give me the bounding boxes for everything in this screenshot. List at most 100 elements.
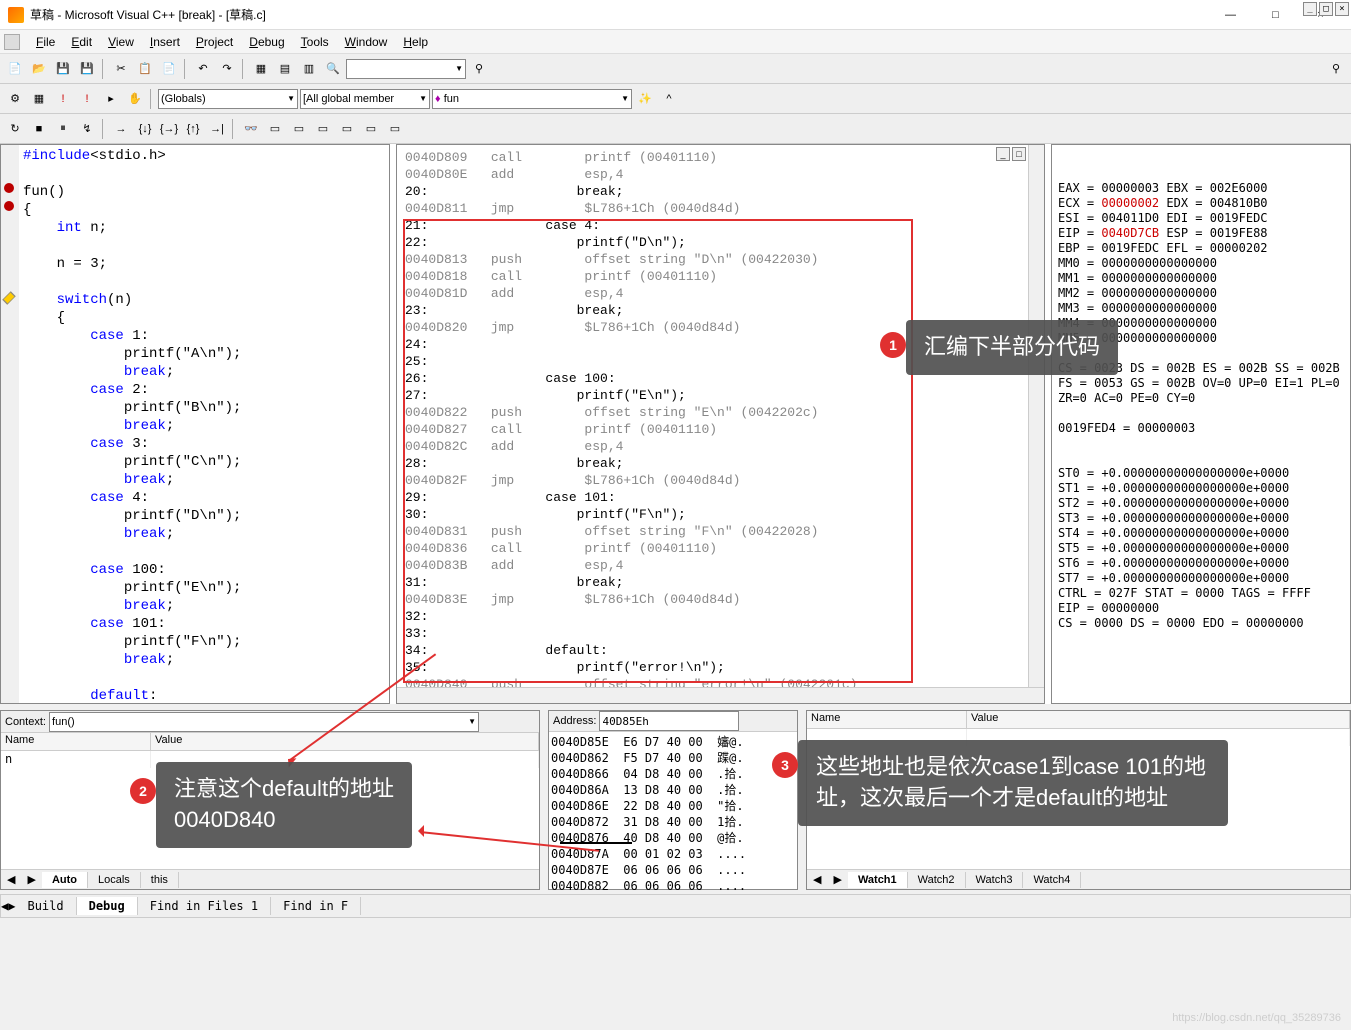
- window-title: 草稿 - Microsoft Visual C++ [break] - [草稿.…: [30, 6, 1208, 23]
- tab-prev-icon[interactable]: ◀: [807, 871, 827, 888]
- memory-icon[interactable]: ▭: [336, 118, 358, 140]
- breakpoint-icon[interactable]: [4, 183, 14, 193]
- col-value[interactable]: Value: [151, 733, 539, 750]
- cut-icon[interactable]: ✂: [110, 58, 132, 80]
- menu-insert[interactable]: Insert: [142, 33, 188, 51]
- new-class-icon[interactable]: ^: [658, 88, 680, 110]
- system-menu-icon[interactable]: [4, 34, 20, 50]
- find-icon[interactable]: 🔍: [322, 58, 344, 80]
- main-area: #include<stdio.h> fun() { int n; n = 3; …: [0, 144, 1351, 704]
- col-value[interactable]: Value: [967, 711, 1350, 728]
- tab-next-icon[interactable]: ▶: [21, 871, 41, 888]
- memory-panel: Address: 0040D85E E6 D7 40 00 嬸@. 0040D8…: [548, 710, 798, 890]
- address-input[interactable]: [599, 711, 739, 731]
- disassembly-text[interactable]: 0040D809 call printf (00401110) 0040D80E…: [397, 145, 1044, 687]
- copy-icon[interactable]: 📋: [134, 58, 156, 80]
- menu-help[interactable]: Help: [395, 33, 436, 51]
- tab-watch3[interactable]: Watch3: [966, 872, 1024, 888]
- show-next-icon[interactable]: →: [110, 118, 132, 140]
- tab-this[interactable]: this: [141, 872, 179, 888]
- source-pane[interactable]: #include<stdio.h> fun() { int n; n = 3; …: [0, 144, 390, 704]
- build-icon[interactable]: ▦: [28, 88, 50, 110]
- paste-icon[interactable]: 📄: [158, 58, 180, 80]
- menu-debug[interactable]: Debug: [241, 33, 292, 51]
- tab-watch2[interactable]: Watch2: [908, 872, 966, 888]
- toggle-bp-icon[interactable]: ✋: [124, 88, 146, 110]
- horizontal-scrollbar[interactable]: [397, 687, 1044, 703]
- badge-2: 2: [130, 778, 156, 804]
- compile-icon[interactable]: ⚙: [4, 88, 26, 110]
- workspace-icon[interactable]: ▦: [250, 58, 272, 80]
- window-list-icon[interactable]: ▥: [298, 58, 320, 80]
- tab-debug[interactable]: Debug: [77, 897, 138, 915]
- wizard-icon[interactable]: ✨: [634, 88, 656, 110]
- callout-1: 汇编下半部分代码: [906, 320, 1118, 375]
- pane-max-icon[interactable]: □: [1012, 147, 1026, 161]
- restart-debugger-icon[interactable]: ↻: [4, 118, 26, 140]
- step-over-icon[interactable]: {→}: [158, 118, 180, 140]
- maximize-button[interactable]: □: [1253, 1, 1298, 29]
- tab-find1[interactable]: Find in Files 1: [138, 897, 271, 915]
- function-combo[interactable]: ♦ fun▼: [432, 89, 632, 109]
- new-file-icon[interactable]: 📄: [4, 58, 26, 80]
- tab-auto[interactable]: Auto: [42, 872, 88, 888]
- menu-tools[interactable]: Tools: [293, 33, 337, 51]
- memory-dump[interactable]: 0040D85E E6 D7 40 00 嬸@. 0040D862 F5 D7 …: [549, 732, 797, 896]
- registers-icon[interactable]: ▭: [312, 118, 334, 140]
- find-next-icon[interactable]: ⚲: [468, 58, 490, 80]
- find-combo[interactable]: ▼: [346, 59, 466, 79]
- pane-min-icon[interactable]: _: [996, 147, 1010, 161]
- tab-find2[interactable]: Find in F: [271, 897, 361, 915]
- minimize-button[interactable]: —: [1208, 1, 1253, 29]
- disassembly-pane[interactable]: _□× 0040D809 call printf (00401110) 0040…: [396, 144, 1045, 704]
- disassembly-icon[interactable]: ▭: [384, 118, 406, 140]
- save-all-icon[interactable]: 💾: [76, 58, 98, 80]
- tab-watch4[interactable]: Watch4: [1023, 872, 1081, 888]
- watch-icon[interactable]: ▭: [264, 118, 286, 140]
- source-text[interactable]: #include<stdio.h> fun() { int n; n = 3; …: [1, 145, 389, 704]
- menu-file[interactable]: FFileile: [28, 33, 63, 51]
- menu-project[interactable]: Project: [188, 33, 241, 51]
- menu-edit[interactable]: Edit: [63, 33, 100, 51]
- step-into-icon[interactable]: {↓}: [134, 118, 156, 140]
- quickwatch-icon[interactable]: 👓: [240, 118, 262, 140]
- break-icon[interactable]: ⏸: [52, 118, 74, 140]
- members-combo[interactable]: [All global member▼: [300, 89, 430, 109]
- go-icon[interactable]: ▸: [100, 88, 122, 110]
- vertical-scrollbar[interactable]: [1028, 145, 1044, 687]
- step-out-icon[interactable]: {↑}: [182, 118, 204, 140]
- undo-icon[interactable]: ↶: [192, 58, 214, 80]
- registers-pane[interactable]: _□× EAX = 00000003 EBX = 002E6000 ECX = …: [1051, 144, 1351, 704]
- help-icon[interactable]: ⚲: [1325, 58, 1347, 80]
- badge-1: 1: [880, 332, 906, 358]
- stop-debug-icon[interactable]: ■: [28, 118, 50, 140]
- scope-combo[interactable]: (Globals)▼: [158, 89, 298, 109]
- redo-icon[interactable]: ↷: [216, 58, 238, 80]
- run-to-cursor-icon[interactable]: →|: [206, 118, 228, 140]
- app-icon: [8, 7, 24, 23]
- callstack-icon[interactable]: ▭: [360, 118, 382, 140]
- execute-icon[interactable]: !: [76, 88, 98, 110]
- col-name[interactable]: Name: [1, 733, 151, 750]
- menu-view[interactable]: View: [100, 33, 142, 51]
- breakpoint-icon[interactable]: [4, 201, 14, 211]
- address-label: Address:: [553, 715, 596, 727]
- stop-build-icon[interactable]: !: [52, 88, 74, 110]
- tab-watch1[interactable]: Watch1: [848, 872, 908, 888]
- tab-build[interactable]: Build: [15, 897, 76, 915]
- tab-locals[interactable]: Locals: [88, 872, 141, 888]
- watermark: https://blog.csdn.net/qq_35289736: [1172, 1012, 1341, 1024]
- menu-window[interactable]: Window: [337, 33, 396, 51]
- apply-changes-icon[interactable]: ↯: [76, 118, 98, 140]
- tab-next-icon[interactable]: ▶: [8, 899, 15, 913]
- open-icon[interactable]: 📂: [28, 58, 50, 80]
- callout-2: 注意这个default的地址 0040D840: [156, 762, 412, 848]
- tab-next-icon[interactable]: ▶: [827, 871, 847, 888]
- context-combo[interactable]: fun()▼: [49, 712, 479, 732]
- col-name[interactable]: Name: [807, 711, 967, 728]
- tab-prev-icon[interactable]: ◀: [1, 899, 8, 913]
- output-icon[interactable]: ▤: [274, 58, 296, 80]
- variables-icon[interactable]: ▭: [288, 118, 310, 140]
- save-icon[interactable]: 💾: [52, 58, 74, 80]
- tab-prev-icon[interactable]: ◀: [1, 871, 21, 888]
